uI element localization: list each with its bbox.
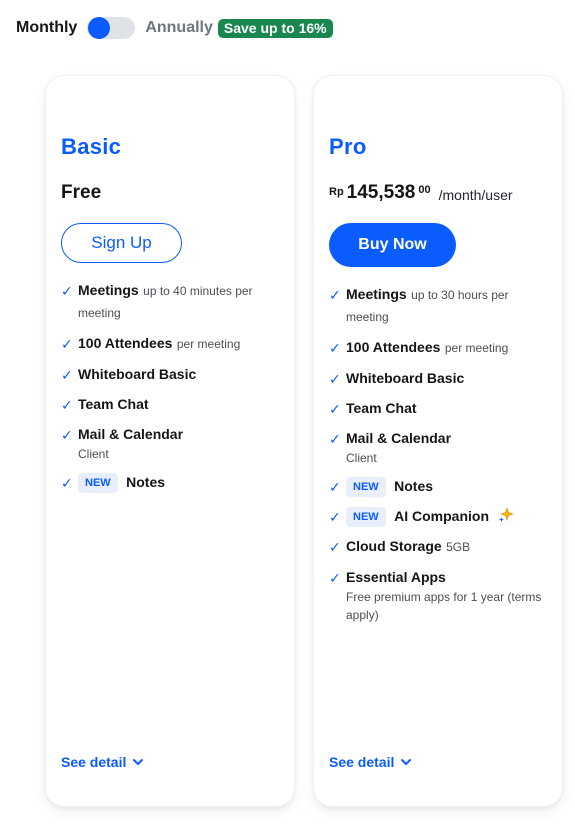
feature-name: Whiteboard Basic [78,366,197,382]
chevron-down-icon [401,759,412,765]
feature-name: 100 Attendees [78,335,173,351]
check-icon: ✓ [329,287,341,303]
check-icon: ✓ [329,340,341,356]
feature-name: Essential Apps [346,569,446,585]
feature-name: 100 Attendees [346,339,441,355]
new-badge: NEW [346,507,386,527]
check-icon: ✓ [61,427,73,443]
price-period: /month/user [438,187,513,203]
plan-name: Pro [329,134,367,159]
chevron-down-icon [133,759,144,765]
buy-now-button[interactable]: Buy Now [329,223,456,267]
feature-desc: per meeting [176,337,241,351]
see-detail-label: See detail [61,754,127,770]
check-icon: ✓ [329,401,341,417]
check-icon: ✓ [329,371,341,387]
feature-item: ✓ Team Chat [329,398,552,419]
price-decimal: 00 [418,184,431,196]
sign-up-button[interactable]: Sign Up [61,223,182,263]
feature-name: Team Chat [346,400,417,416]
feature-item: ✓ Whiteboard Basic [329,368,552,389]
new-badge: NEW [78,473,118,493]
feature-name: Mail & Calendar [346,430,452,446]
plan-name: Basic [61,134,122,159]
feature-name: Meetings [78,282,139,298]
feature-subline: Free premium apps for 1 year (terms appl… [346,590,542,622]
toggle-knob [88,17,111,39]
see-detail-link[interactable]: See detail [61,754,144,770]
billing-toggle-row: Monthly Annually Save up to 16% [16,16,333,40]
price-currency: Rp [329,186,344,198]
feature-item: ✓ Cloud Storage 5GB [329,536,552,558]
check-icon: ✓ [61,367,73,383]
feature-item: ✓ 100 Attendees per meeting [329,337,552,359]
feature-desc: per meeting [444,341,509,355]
feature-item: ✓ Essential Apps Free premium apps for 1… [329,567,552,624]
check-icon: ✓ [329,479,341,495]
feature-name: Team Chat [78,396,149,412]
plan-price: Rp 145,538 00 /month/user [329,182,513,204]
feature-item: ✓ Meetings up to 40 minutes per meeting [61,280,284,324]
feature-item: ✓ Mail & Calendar Client [61,424,284,463]
check-icon: ✓ [329,539,341,555]
feature-subline: Client [78,447,109,461]
check-icon: ✓ [61,336,73,352]
check-icon: ✓ [61,397,73,413]
plan-card-pro: Pro Rp 145,538 00 /month/user Buy Now ✓ … [314,76,562,806]
feature-name: Meetings [346,286,407,302]
feature-name: Notes [394,478,434,494]
see-detail-label: See detail [329,754,395,770]
feature-name: AI Companion [394,508,490,524]
feature-item: ✓ 100 Attendees per meeting [61,333,284,355]
billing-period-toggle[interactable] [87,17,136,39]
feature-item: ✓ Whiteboard Basic [61,364,284,385]
see-detail-link[interactable]: See detail [329,754,412,770]
feature-name: Cloud Storage [346,538,442,554]
monthly-label[interactable]: Monthly [16,19,77,37]
plan-card-basic: Basic Free Sign Up ✓ Meetings up to 40 m… [46,76,294,806]
feature-name: Whiteboard Basic [346,370,465,386]
check-icon: ✓ [61,283,73,299]
feature-item: ✓ Team Chat [61,394,284,415]
plan-price: Free [61,182,102,203]
save-badge: Save up to 16% [217,18,333,38]
feature-item: ✓ NEW Notes [61,472,284,493]
feature-item: ✓ Mail & Calendar Client [329,428,552,467]
feature-list: ✓ Meetings up to 40 minutes per meeting … [61,280,284,502]
feature-name: Mail & Calendar [78,426,184,442]
feature-item: ✓ NEW Notes [329,476,552,497]
check-icon: ✓ [61,475,73,491]
check-icon: ✓ [329,570,341,586]
price-amount: 145,538 [346,182,416,203]
sparkle-icon [499,507,515,522]
feature-subline: Client [346,451,377,465]
feature-desc: 5GB [446,540,471,554]
feature-name: Notes [126,474,166,490]
new-badge: NEW [346,477,386,497]
check-icon: ✓ [329,509,341,525]
feature-item: ✓ Meetings up to 30 hours per meeting [329,284,552,328]
check-icon: ✓ [329,431,341,447]
feature-item: ✓ NEW AI Companion [329,506,552,527]
feature-list: ✓ Meetings up to 30 hours per meeting ✓ … [329,284,552,633]
annually-label[interactable]: Annually [145,19,213,37]
